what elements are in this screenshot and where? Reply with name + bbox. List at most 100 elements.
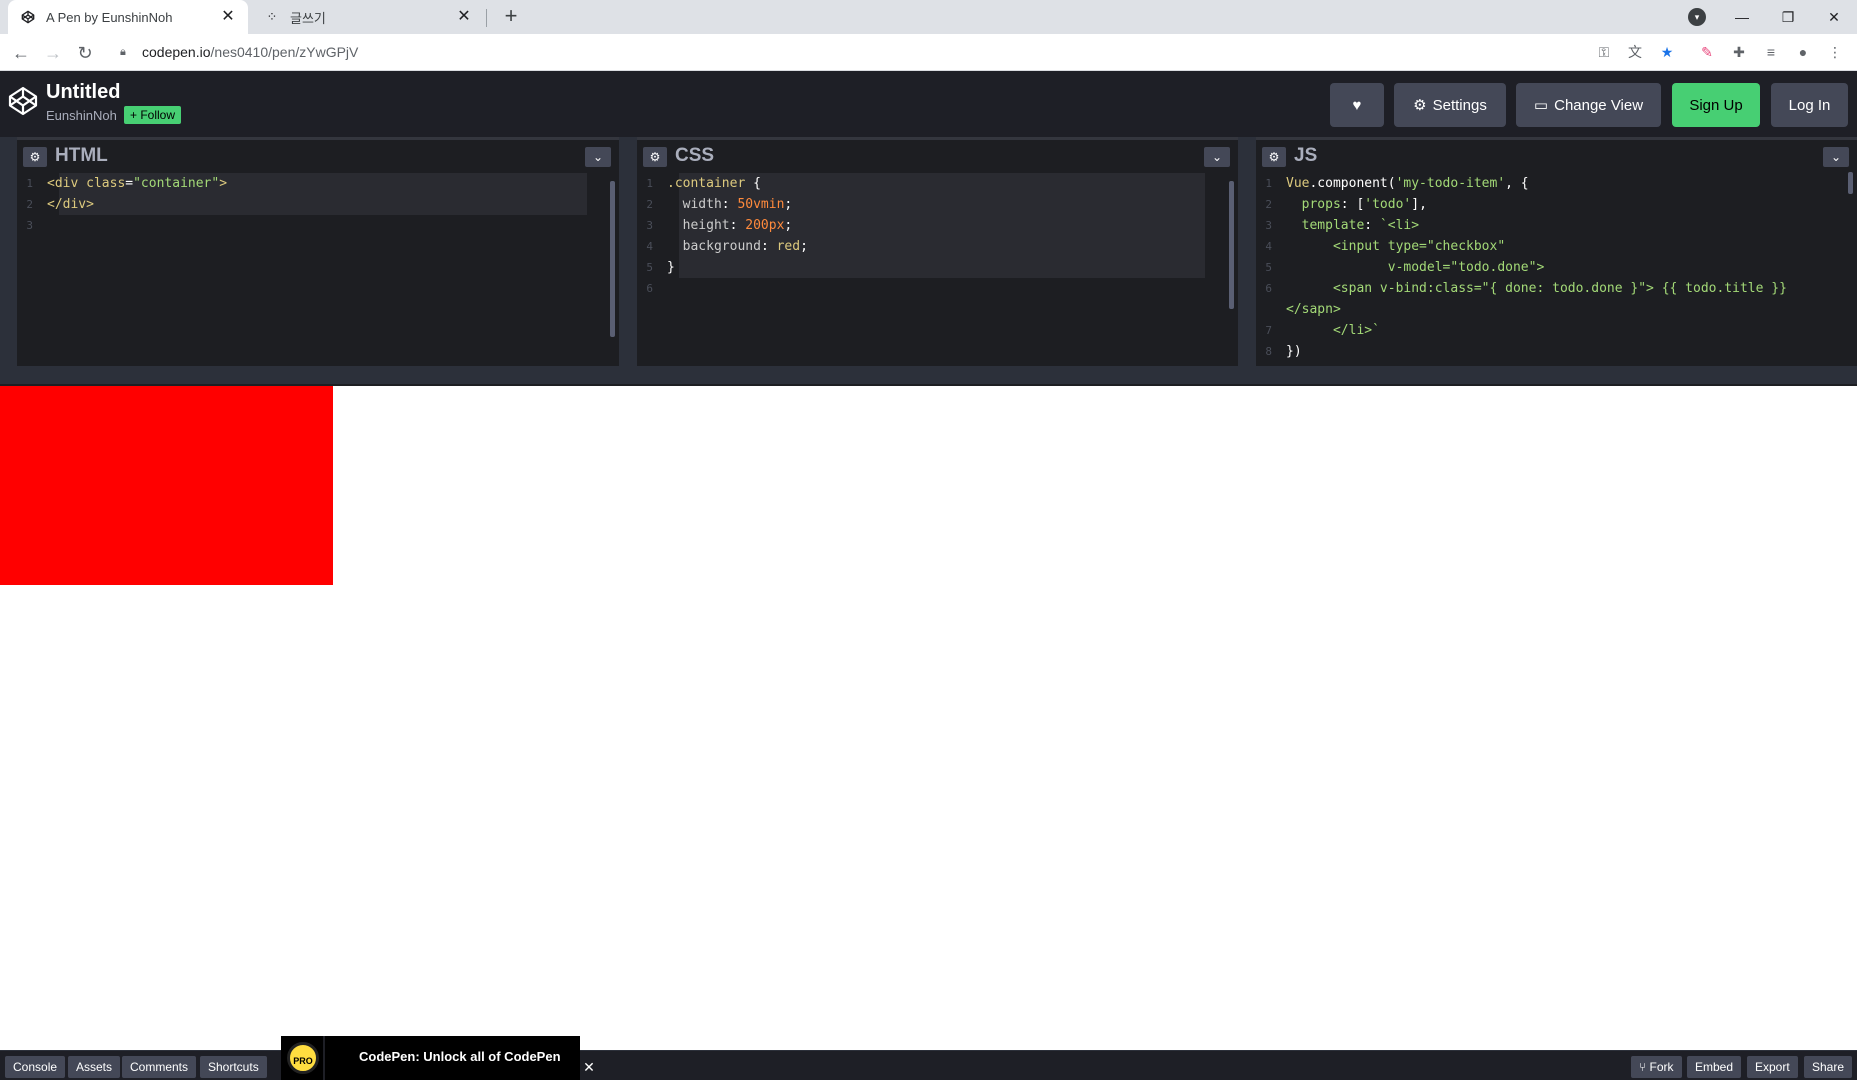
browser-tab-codepen[interactable]: A Pen by EunshinNoh ✕ xyxy=(8,0,248,34)
gear-icon[interactable]: ⚙ xyxy=(643,147,667,167)
layout-icon: ▭ xyxy=(1533,97,1549,114)
signup-button[interactable]: Sign Up xyxy=(1672,83,1760,127)
url-path: /nes0410/pen/zYwGPjV xyxy=(210,44,359,60)
close-icon[interactable]: ✕ xyxy=(456,9,472,25)
fork-label: Fork xyxy=(1649,1060,1674,1074)
tab-search-icon[interactable]: ▾ xyxy=(1688,8,1706,26)
chevron-down-icon[interactable]: ⌄ xyxy=(1823,147,1849,167)
pen-title[interactable]: Untitled xyxy=(46,81,120,104)
code-line: </sapn> xyxy=(1286,302,1341,317)
code-line: 2 props: ['todo'], xyxy=(1265,197,1427,212)
settings-label: Settings xyxy=(1432,96,1487,114)
preview-container-box xyxy=(0,386,333,585)
codepen-footer: Console Assets Comments Shortcuts ⑂ Fork… xyxy=(0,1050,1857,1080)
url-host: codepen.io xyxy=(142,44,211,60)
gear-icon: ⚙ xyxy=(1413,97,1427,114)
console-button[interactable]: Console xyxy=(5,1056,66,1078)
scrollbar[interactable] xyxy=(610,181,615,337)
gear-icon[interactable]: ⚙ xyxy=(23,147,47,167)
code-line: 2 width: 50vmin; xyxy=(646,197,793,212)
follow-button[interactable]: + Follow xyxy=(124,106,182,124)
css-editor-title: CSS xyxy=(675,145,715,166)
css-editor-header: ⚙ CSS ⌄ xyxy=(637,137,1238,173)
code-line: 5} xyxy=(646,260,675,275)
code-line: 5 v-model="todo.done"> xyxy=(1265,260,1545,275)
html-code[interactable]: 1 <div class="container"> 2 </div> 3 xyxy=(17,173,619,366)
export-button[interactable]: Export xyxy=(1747,1056,1798,1078)
address-bar[interactable]: 🔒︎ codepen.io/nes0410/pen/zYwGPjV xyxy=(108,38,1588,66)
assets-button[interactable]: Assets xyxy=(68,1056,121,1078)
lock-icon: 🔒︎ xyxy=(120,45,126,58)
tab-title: 글쓰기 xyxy=(290,10,326,26)
codepen-logo-icon[interactable] xyxy=(7,85,39,117)
reload-icon[interactable]: ↻ xyxy=(72,40,98,66)
browser-tab-write[interactable]: ⁘ 글쓰기 ✕ xyxy=(252,0,484,34)
code-line: 3 height: 200px; xyxy=(646,218,793,233)
js-editor[interactable]: ⚙ JS ⌄ 1 Vue.component('my-todo-item', { … xyxy=(1256,137,1857,366)
code-line: 6 <span v-bind:class="{ done: todo.done … xyxy=(1265,281,1787,296)
change-view-label: Change View xyxy=(1554,96,1644,114)
preview-pane xyxy=(0,386,1857,1050)
chevron-down-icon[interactable]: ⌄ xyxy=(585,147,611,167)
pro-badge: PRO xyxy=(287,1042,319,1074)
chevron-down-icon[interactable]: ⌄ xyxy=(1204,147,1230,167)
tab-divider xyxy=(486,9,487,27)
comments-button[interactable]: Comments xyxy=(122,1056,197,1078)
heart-button[interactable]: ♥ xyxy=(1330,83,1384,127)
menu-kebab-icon[interactable]: ⋮ xyxy=(1825,42,1845,62)
html-editor-header: ⚙ HTML ⌄ xyxy=(17,137,619,173)
reading-list-icon[interactable]: ≡ xyxy=(1761,42,1781,62)
code-line: 7 </li>` xyxy=(1265,323,1380,338)
codepen-header: Untitled EunshinNoh + Follow ♥ ⚙ Setting… xyxy=(0,71,1857,137)
tab-title: A Pen by EunshinNoh xyxy=(46,9,173,25)
key-icon[interactable]: ⚿ xyxy=(1594,42,1614,62)
bookmark-star-icon[interactable]: ★ xyxy=(1657,42,1677,62)
profile-avatar-icon[interactable]: ● xyxy=(1793,42,1813,62)
forward-icon[interactable]: → xyxy=(40,40,66,66)
code-line: 1 .container { xyxy=(646,176,761,191)
code-line: 3 template: `<li> xyxy=(1265,218,1420,233)
css-code[interactable]: 1 .container { 2 width: 50vmin; 3 height:… xyxy=(637,173,1238,366)
js-code[interactable]: 1 Vue.component('my-todo-item', { 2 props… xyxy=(1256,173,1857,366)
restore-icon[interactable]: ❐ xyxy=(1765,0,1811,34)
code-line: 1 Vue.component('my-todo-item', { xyxy=(1265,176,1529,191)
embed-button[interactable]: Embed xyxy=(1687,1056,1742,1078)
settings-button[interactable]: ⚙ Settings xyxy=(1394,83,1506,127)
heart-icon: ♥ xyxy=(1352,96,1362,114)
pro-promo-banner[interactable]: PRO CodePen: Unlock all of CodePen xyxy=(281,1036,580,1080)
shortcuts-button[interactable]: Shortcuts xyxy=(200,1056,267,1078)
author-name[interactable]: EunshinNoh xyxy=(46,108,117,123)
close-icon[interactable]: ✕ xyxy=(220,9,236,25)
editors-area: ⚙ HTML ⌄ 1 <div class="container"> 2 </div… xyxy=(0,137,1857,384)
change-view-button[interactable]: ▭ Change View xyxy=(1516,83,1661,127)
code-line: 8}) xyxy=(1265,344,1302,359)
close-icon[interactable]: ✕ xyxy=(580,1058,598,1076)
back-icon[interactable]: ← xyxy=(8,40,34,66)
code-line: 4 <input type="checkbox" xyxy=(1265,239,1506,254)
gear-icon[interactable]: ⚙ xyxy=(1262,147,1286,167)
scrollbar[interactable] xyxy=(1848,172,1853,194)
new-tab-icon[interactable]: + xyxy=(499,5,523,29)
translate-icon[interactable]: 文 xyxy=(1625,42,1645,62)
extensions-puzzle-icon[interactable]: ✚ xyxy=(1729,42,1749,62)
css-editor[interactable]: ⚙ CSS ⌄ 1 .container { 2 width: 50vmin; 3… xyxy=(637,137,1238,366)
html-editor-title: HTML xyxy=(55,145,108,166)
code-line: 6 xyxy=(646,282,653,295)
codepen-icon xyxy=(20,9,36,25)
scrollbar[interactable] xyxy=(1229,181,1234,309)
html-editor[interactable]: ⚙ HTML ⌄ 1 <div class="container"> 2 </div… xyxy=(17,137,619,366)
window-close-icon[interactable]: ✕ xyxy=(1811,0,1857,34)
share-button[interactable]: Share xyxy=(1804,1056,1853,1078)
promo-text: CodePen: Unlock all of CodePen xyxy=(359,1049,561,1064)
code-line: 3 xyxy=(26,219,33,232)
fork-icon: ⑂ xyxy=(1639,1060,1650,1074)
js-editor-header: ⚙ JS ⌄ xyxy=(1256,137,1857,173)
minimize-icon[interactable]: — xyxy=(1719,0,1765,34)
extension-pen-icon[interactable]: ✎ xyxy=(1697,42,1717,62)
promo-divider xyxy=(323,1036,325,1080)
browser-tab-strip: A Pen by EunshinNoh ✕ ⁘ 글쓰기 ✕ + ▾ — ❐ ✕ xyxy=(0,0,1857,34)
login-button[interactable]: Log In xyxy=(1771,83,1848,127)
code-line: 2 </div> xyxy=(26,197,94,212)
fork-button[interactable]: ⑂ Fork xyxy=(1631,1056,1682,1078)
browser-toolbar: ← → ↻ 🔒︎ codepen.io/nes0410/pen/zYwGPjV … xyxy=(0,34,1857,71)
